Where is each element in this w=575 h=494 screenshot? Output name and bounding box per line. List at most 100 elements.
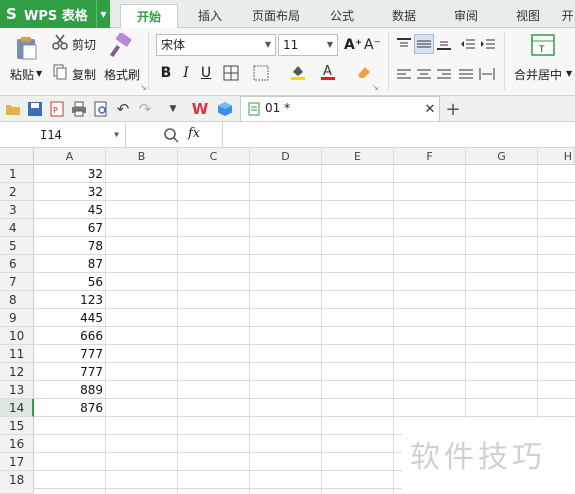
align-right-icon[interactable] <box>436 66 452 82</box>
open-folder-icon[interactable] <box>4 100 22 118</box>
clipboard-launcher-icon[interactable]: ↘ <box>140 83 147 92</box>
font-name-select[interactable]: 宋体 ▼ <box>156 34 276 56</box>
font-size-select[interactable]: 11 ▼ <box>278 34 338 56</box>
align-left-icon[interactable] <box>396 66 412 82</box>
wps-w-logo-icon[interactable]: W <box>190 100 210 118</box>
cell-a7[interactable]: 56 <box>34 273 106 291</box>
row-header-selected[interactable]: 14 <box>0 399 34 417</box>
row-header[interactable]: 7 <box>0 273 34 291</box>
distributed-align-icon[interactable] <box>478 66 496 82</box>
row-header[interactable]: 9 <box>0 309 34 327</box>
row-header[interactable]: 1 <box>0 165 34 183</box>
format-painter-icon[interactable] <box>108 32 134 60</box>
redo-icon[interactable]: ↷ <box>136 100 154 118</box>
row-header[interactable]: 5 <box>0 237 34 255</box>
font-color-icon[interactable]: A <box>318 62 338 82</box>
insert-function-button[interactable]: fx <box>188 126 200 141</box>
merge-center-button[interactable]: 合并居中 <box>514 66 562 83</box>
row-header[interactable]: 15 <box>0 417 34 435</box>
row-header[interactable]: 18 <box>0 471 34 494</box>
align-middle-icon[interactable] <box>414 34 434 54</box>
row-header[interactable]: 2 <box>0 183 34 201</box>
app-menu-button[interactable]: S WPS 表格 ▼ <box>0 0 110 28</box>
cell-a6[interactable]: 87 <box>34 255 106 273</box>
tab-view[interactable]: 视图 <box>504 4 552 28</box>
row-header[interactable]: 11 <box>0 345 34 363</box>
justify-icon[interactable] <box>458 66 474 82</box>
column-header-d[interactable]: D <box>250 148 322 165</box>
tab-data[interactable]: 数据 <box>380 4 428 28</box>
cell-a13[interactable]: 889 <box>34 381 106 399</box>
cell-a4[interactable]: 67 <box>34 219 106 237</box>
italic-icon[interactable]: I <box>178 64 194 82</box>
column-header-b[interactable]: B <box>106 148 178 165</box>
column-header-a[interactable]: A <box>34 148 106 165</box>
new-tab-plus-icon[interactable]: + <box>444 99 462 120</box>
align-center-icon[interactable] <box>416 66 432 82</box>
row-header[interactable]: 16 <box>0 435 34 453</box>
cell-a10[interactable]: 666 <box>34 327 106 345</box>
chevron-down-icon[interactable]: ▼ <box>96 0 110 28</box>
column-header-e[interactable]: E <box>322 148 394 165</box>
font-launcher-icon[interactable]: ↘ <box>372 83 379 92</box>
cell-a14[interactable]: 876 <box>34 399 106 417</box>
cell-a1[interactable]: 32 <box>34 165 106 183</box>
clear-format-icon[interactable] <box>354 62 374 82</box>
document-tab[interactable]: 01 * ✕ <box>240 96 440 121</box>
increase-indent-icon[interactable] <box>480 36 496 52</box>
column-header-g[interactable]: G <box>466 148 538 165</box>
cell-a12[interactable]: 777 <box>34 363 106 381</box>
row-header[interactable]: 3 <box>0 201 34 219</box>
cell-a8[interactable]: 123 <box>34 291 106 309</box>
cell-a3[interactable]: 45 <box>34 201 106 219</box>
row-header[interactable]: 10 <box>0 327 34 345</box>
name-box[interactable]: I14 ▼ <box>0 123 126 147</box>
tab-home[interactable]: 开始 <box>120 4 178 28</box>
customize-toolbar-icon[interactable]: ▼ <box>166 102 180 116</box>
select-all-corner[interactable] <box>0 148 34 165</box>
row-header[interactable]: 8 <box>0 291 34 309</box>
tab-page-layout[interactable]: 页面布局 <box>244 4 308 28</box>
decrease-indent-icon[interactable] <box>460 36 476 52</box>
cell-a5[interactable]: 78 <box>34 237 106 255</box>
format-painter-button[interactable]: 格式刷 <box>104 66 140 83</box>
close-icon[interactable]: ✕ <box>423 101 437 117</box>
cell-a2[interactable]: 32 <box>34 183 106 201</box>
column-header-h[interactable]: H <box>538 148 575 165</box>
save-icon[interactable] <box>26 100 44 118</box>
print-preview-icon[interactable] <box>92 100 110 118</box>
tab-formulas[interactable]: 公式 <box>318 4 366 28</box>
paste-button[interactable]: 粘贴 <box>10 66 34 83</box>
cube-app-icon[interactable] <box>216 100 234 118</box>
cell-a11[interactable]: 777 <box>34 345 106 363</box>
merge-center-icon[interactable]: T <box>530 32 556 58</box>
merge-dropdown-icon[interactable]: ▼ <box>566 69 572 78</box>
cell-fill-pattern-icon[interactable] <box>252 64 270 82</box>
cut-button[interactable]: 剪切 <box>72 36 96 53</box>
bold-icon[interactable]: B <box>158 64 174 82</box>
grow-font-icon[interactable]: A⁺ <box>344 36 362 54</box>
zoom-search-icon[interactable] <box>162 126 180 144</box>
tab-insert[interactable]: 插入 <box>186 4 234 28</box>
row-header[interactable]: 17 <box>0 453 34 471</box>
paste-dropdown-icon[interactable]: ▼ <box>36 69 42 78</box>
underline-icon[interactable]: U <box>198 64 214 82</box>
row-header[interactable]: 12 <box>0 363 34 381</box>
row-header[interactable]: 13 <box>0 381 34 399</box>
export-pdf-icon[interactable]: P <box>48 100 66 118</box>
fill-color-icon[interactable] <box>288 62 308 82</box>
row-header[interactable]: 6 <box>0 255 34 273</box>
shrink-font-icon[interactable]: A⁻ <box>364 36 381 54</box>
align-top-icon[interactable] <box>396 36 412 52</box>
borders-icon[interactable] <box>222 64 240 82</box>
align-bottom-icon[interactable] <box>436 36 452 52</box>
tab-review[interactable]: 审阅 <box>442 4 490 28</box>
column-header-f[interactable]: F <box>394 148 466 165</box>
tab-more[interactable]: 开 <box>560 4 575 28</box>
print-icon[interactable] <box>70 100 88 118</box>
cell-a9[interactable]: 445 <box>34 309 106 327</box>
row-header[interactable]: 4 <box>0 219 34 237</box>
undo-icon[interactable]: ↶ <box>114 100 132 118</box>
paste-icon[interactable] <box>12 34 40 62</box>
column-header-c[interactable]: C <box>178 148 250 165</box>
